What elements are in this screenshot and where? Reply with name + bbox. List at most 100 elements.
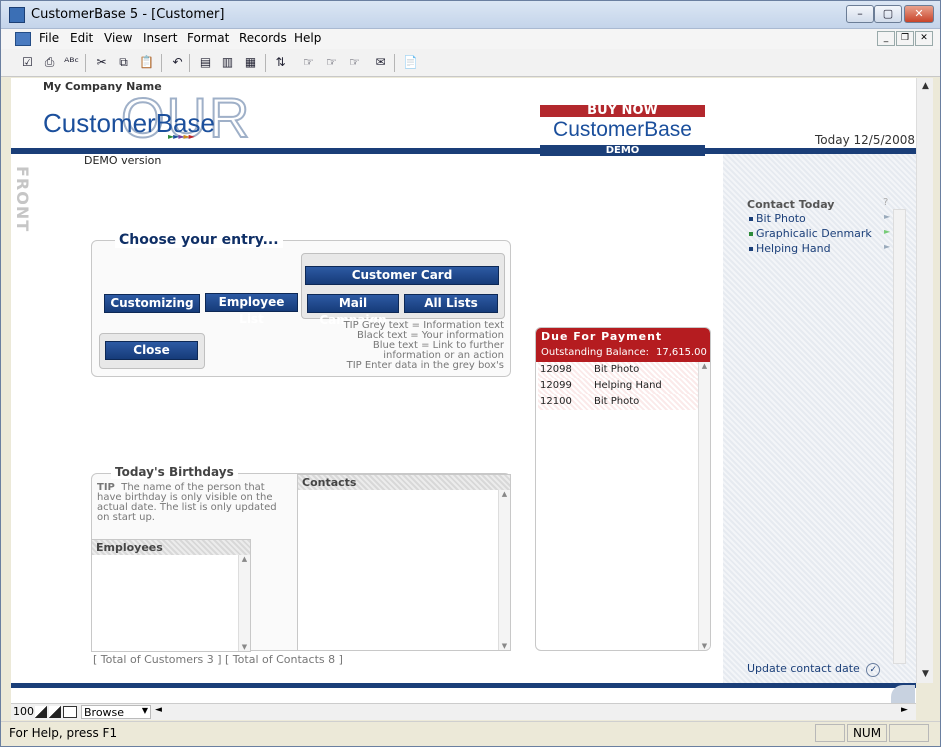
buy-now-logo[interactable]: CustomerBase — [540, 117, 705, 145]
paste-icon[interactable]: 📋 — [138, 54, 155, 70]
scroll-left-icon[interactable]: ◄ — [155, 705, 162, 715]
checkmark-icon[interactable]: ✓ — [866, 663, 881, 677]
app-icon[interactable] — [9, 7, 25, 23]
contact-today-item[interactable]: Helping Hand — [749, 242, 831, 255]
help-icon[interactable]: ? — [883, 197, 888, 208]
sort-icon[interactable]: ⇅ — [272, 54, 289, 70]
arrow-icon[interactable]: ► — [884, 212, 890, 221]
status-pane — [815, 724, 845, 742]
minimize-button[interactable]: – — [846, 5, 874, 23]
scroll-up-icon[interactable]: ▲ — [699, 362, 710, 370]
invoice-id: 12100 — [540, 396, 572, 407]
find-previous-icon[interactable]: ☞ — [346, 54, 363, 70]
due-row[interactable]: 12098 Bit Photo — [538, 362, 698, 378]
find-icon[interactable]: ☞ — [300, 54, 317, 70]
scroll-down-icon[interactable]: ▼ — [917, 666, 934, 683]
due-header: Due For Payment Outstanding Balance: 17,… — [536, 328, 710, 362]
contact-today-item[interactable]: Bit Photo — [749, 212, 806, 225]
vertical-scrollbar[interactable]: ▲ ▼ — [916, 78, 933, 683]
menu-format[interactable]: Format — [187, 31, 229, 45]
update-contact-label[interactable]: Update contact date — [747, 662, 860, 675]
delete-record-icon[interactable]: ▦ — [242, 54, 259, 70]
window-title: CustomerBase 5 - [Customer] — [31, 7, 225, 22]
contacts-list[interactable]: Contacts ▲ ▼ — [297, 474, 511, 651]
due-row[interactable]: 12099 Helping Hand — [538, 378, 698, 394]
application-window: CustomerBase 5 - [Customer] – ▢ ✕ File E… — [0, 0, 941, 747]
mail-campaign-button[interactable]: Mail Campaign — [307, 294, 399, 327]
customizing-button[interactable]: Customizing — [104, 294, 200, 313]
scroll-down-icon[interactable]: ▼ — [699, 642, 710, 650]
birthdays-tip: TIP The name of the person that have bir… — [97, 483, 277, 523]
scroll-down-icon[interactable]: ▼ — [239, 643, 250, 651]
menu-view[interactable]: View — [104, 31, 132, 45]
menu-help[interactable]: Help — [294, 31, 321, 45]
contact-name[interactable]: Graphicalic Denmark — [756, 227, 872, 240]
undo-icon[interactable]: ↶ — [169, 54, 186, 70]
zoom-level[interactable]: 100 — [13, 705, 34, 718]
scroll-up-icon[interactable]: ▲ — [499, 490, 510, 498]
scroll-right-icon[interactable]: ► — [901, 705, 908, 715]
menu-insert[interactable]: Insert — [143, 31, 177, 45]
update-contact-link[interactable]: Update contact date ✓ — [747, 662, 881, 677]
mdi-restore-button[interactable]: ❐ — [896, 31, 914, 46]
due-row[interactable]: 12100 Bit Photo — [538, 394, 698, 410]
due-scrollbar[interactable]: ▲ ▼ — [698, 362, 710, 650]
scroll-up-icon[interactable]: ▲ — [239, 555, 250, 563]
status-bar: For Help, press F1 NUM — [1, 721, 940, 746]
toolbar-separator — [189, 54, 190, 72]
duplicate-record-icon[interactable]: ▥ — [219, 54, 236, 70]
mdi-minimize-button[interactable]: _ — [877, 31, 895, 46]
scroll-up-icon[interactable]: ▲ — [917, 78, 934, 95]
menu-edit[interactable]: Edit — [70, 31, 93, 45]
mode-select[interactable]: Browse ▼ — [81, 705, 151, 719]
employees-list[interactable]: Employees ▲ ▼ — [91, 539, 251, 652]
toolbar-separator — [161, 54, 162, 72]
contact-name[interactable]: Helping Hand — [756, 242, 831, 255]
bullet-icon — [749, 247, 753, 251]
close-entry-button[interactable]: Close — [105, 341, 198, 360]
cut-icon[interactable]: ✂ — [93, 54, 110, 70]
customer-card-button[interactable]: Customer Card — [305, 266, 499, 285]
logo-arrows-icon: ►►►►► — [168, 132, 195, 141]
toolbar-separator — [394, 54, 395, 72]
print-icon[interactable]: ⎙ — [41, 54, 58, 70]
arrow-icon[interactable]: ► — [884, 242, 890, 251]
contact-name[interactable]: Bit Photo — [756, 212, 806, 225]
menu-records[interactable]: Records — [239, 31, 287, 45]
maximize-button[interactable]: ▢ — [874, 5, 902, 23]
menu-file[interactable]: File — [39, 31, 59, 45]
all-lists-button[interactable]: All Lists — [404, 294, 498, 313]
tip-line: TIP Enter data in the grey box's — [346, 360, 504, 371]
toolbar-separator — [265, 54, 266, 72]
buy-now-banner[interactable]: BUY NOW CustomerBase DEMO — [540, 104, 705, 156]
contacts-scrollbar[interactable]: ▲ ▼ — [498, 490, 510, 650]
scroll-down-icon[interactable]: ▼ — [499, 642, 510, 650]
invoice-customer: Bit Photo — [594, 364, 640, 375]
buy-now-label[interactable]: BUY NOW — [540, 104, 705, 117]
script-icon[interactable]: 📄 — [402, 54, 419, 70]
spellcheck-icon[interactable]: ᴬᴮᶜ — [63, 54, 80, 70]
copy-icon[interactable]: ⧉ — [115, 54, 132, 70]
zoom-in-icon[interactable] — [49, 706, 61, 718]
invoice-id: 12098 — [540, 364, 572, 375]
status-area-icon[interactable] — [63, 706, 77, 718]
contact-today-item[interactable]: Graphicalic Denmark — [749, 227, 872, 240]
chevron-down-icon[interactable]: ▼ — [142, 706, 148, 715]
employees-scrollbar[interactable]: ▲ ▼ — [238, 555, 250, 651]
check-icon[interactable]: ☑ — [19, 54, 36, 70]
menu-bar: File Edit View Insert Format Records Hel… — [1, 29, 940, 49]
zoom-out-icon[interactable] — [35, 706, 47, 718]
arrow-icon[interactable]: ► — [884, 227, 890, 236]
mail-icon[interactable]: ✉ — [372, 54, 389, 70]
mdi-close-button[interactable]: ✕ — [915, 31, 933, 46]
close-button[interactable]: ✕ — [904, 5, 934, 23]
toolbar-separator — [85, 54, 86, 72]
find-next-icon[interactable]: ☞ — [323, 54, 340, 70]
toolbar: ☑ ⎙ ᴬᴮᶜ ✂ ⧉ 📋 ↶ ▤ ▥ ▦ ⇅ ☞ ☞ ☞ ✉ 📄 — [1, 49, 940, 77]
buy-now-demo[interactable]: DEMO — [540, 145, 705, 156]
contacts-header: Contacts — [298, 475, 510, 490]
employee-list-button[interactable]: Employee List — [205, 293, 298, 326]
contact-today-scrollbar[interactable] — [893, 209, 906, 664]
document-icon[interactable] — [15, 32, 31, 46]
new-record-icon[interactable]: ▤ — [197, 54, 214, 70]
